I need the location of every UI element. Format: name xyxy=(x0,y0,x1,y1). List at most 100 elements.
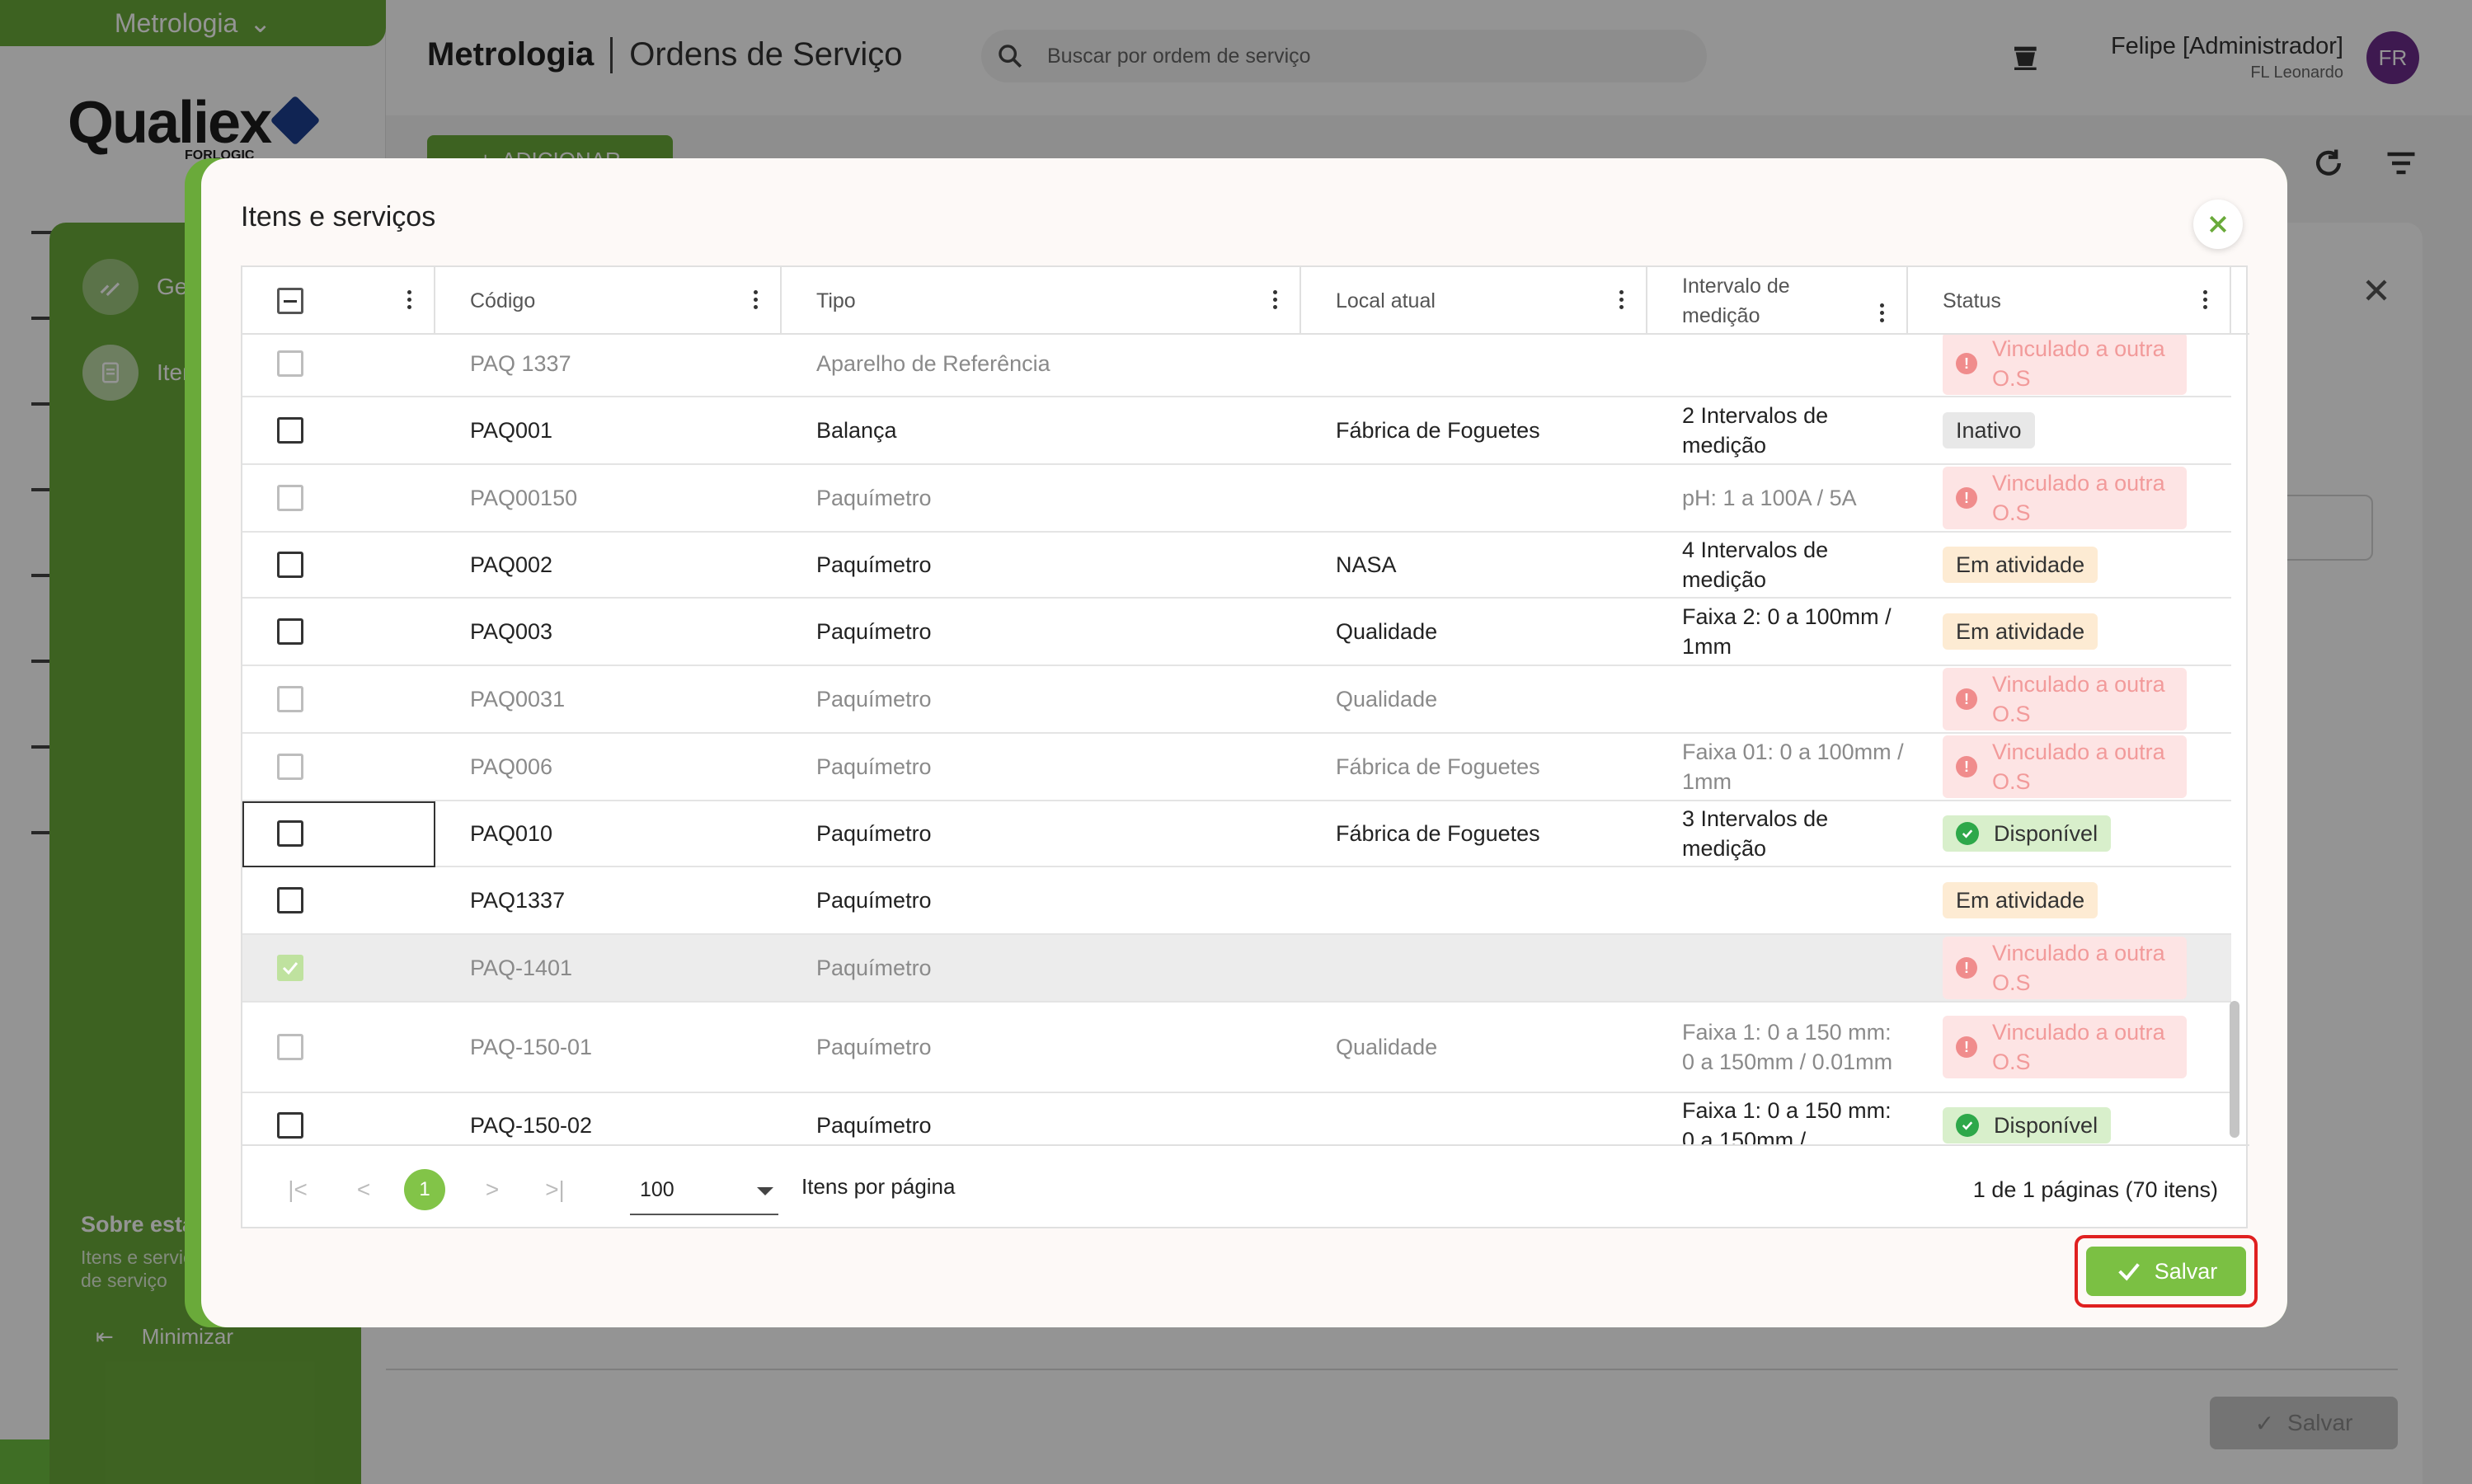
column-header-intervalo[interactable]: Intervalo de medição xyxy=(1647,267,1908,335)
table-row[interactable]: PAQ010 Paquímetro Fábrica de Foguetes 3 Int… xyxy=(242,801,2231,867)
row-checkbox[interactable] xyxy=(277,1112,303,1139)
row-checkbox[interactable] xyxy=(277,618,303,645)
cell-tipo: Paquímetro xyxy=(816,619,932,644)
cell-local: Qualidade xyxy=(1336,687,1438,711)
scrollbar-thumb[interactable] xyxy=(2230,1001,2239,1138)
status-badge: ! Vinculado a outra O.S xyxy=(1943,668,2187,730)
check-circle-icon xyxy=(1956,822,1979,845)
cell-local xyxy=(1336,935,1649,1001)
status-label: Vinculado a outra O.S xyxy=(1992,740,2165,794)
table-row[interactable]: PAQ006 Paquímetro Fábrica de Foguetes Faixa… xyxy=(242,734,2231,801)
cell-intervalo: pH: 1 a 100A / 5A xyxy=(1682,486,1857,510)
row-checkbox[interactable] xyxy=(277,887,303,913)
per-page-select[interactable]: 100 xyxy=(630,1166,778,1215)
cell-intervalo xyxy=(1682,335,1905,396)
save-button[interactable]: Salvar xyxy=(2086,1247,2246,1296)
cell-codigo: PAQ00150 xyxy=(470,486,578,510)
status-badge: Disponível xyxy=(1943,815,2112,852)
cell-tipo: Paquímetro xyxy=(816,1113,932,1138)
status-badge: ! Vinculado a outra O.S xyxy=(1943,1016,2187,1078)
per-page-label: Itens por página xyxy=(801,1174,956,1199)
table-row[interactable]: PAQ-150-02 Paquímetro Faixa 1: 0 a 150 mm:… xyxy=(242,1093,2231,1144)
column-header-codigo[interactable]: Código xyxy=(435,267,782,335)
cell-status: Disponível xyxy=(1943,801,2112,866)
table-body: PAQ 1337 Aparelho de Referência! Vinculado… xyxy=(242,335,2249,1144)
column-header-label: Código xyxy=(470,289,536,312)
pagination-info: 1 de 1 páginas (70 itens) xyxy=(1972,1177,2218,1202)
cell-tipo: Paquímetro xyxy=(816,486,932,510)
row-checkbox xyxy=(277,350,303,377)
cell-intervalo xyxy=(1682,867,1905,933)
cell-status: Disponível xyxy=(1943,1093,2112,1144)
cell-status: ! Vinculado a outra O.S xyxy=(1943,1003,2187,1092)
status-badge: Disponível xyxy=(1943,1107,2112,1144)
cell-intervalo: Faixa 1: 0 a 150 mm: 0 a 150mm / 0.01mm xyxy=(1682,1020,1893,1074)
cell-local: Fábrica de Foguetes xyxy=(1336,821,1540,846)
status-label: Disponível xyxy=(1994,821,2098,846)
status-strip xyxy=(0,1439,49,1484)
column-header-tipo[interactable]: Tipo xyxy=(782,267,1301,335)
row-checkbox xyxy=(277,686,303,712)
column-menu-icon[interactable] xyxy=(1880,303,1885,323)
alert-icon: ! xyxy=(1956,756,1977,777)
cell-status: ! Vinculado a outra O.S xyxy=(1943,935,2187,1001)
cell-tipo: Balança xyxy=(816,418,897,443)
column-header-status[interactable]: Status xyxy=(1908,267,2231,335)
row-select-cell xyxy=(277,867,303,933)
row-select-cell xyxy=(277,599,303,665)
cell-tipo: Paquímetro xyxy=(816,754,932,779)
row-checkbox[interactable] xyxy=(277,552,303,578)
status-label: Inativo xyxy=(1956,418,2022,443)
cell-intervalo xyxy=(1682,935,1905,1001)
cell-codigo: PAQ006 xyxy=(470,754,553,779)
select-all-checkbox[interactable] xyxy=(277,288,303,314)
status-label: Vinculado a outra O.S xyxy=(1992,1020,2165,1074)
table-pagination: |< < 1 > >| 100 Itens por página 1 de 1 … xyxy=(242,1144,2249,1230)
row-checkbox[interactable] xyxy=(277,417,303,444)
last-page-icon[interactable]: >| xyxy=(534,1169,576,1210)
table-row[interactable]: PAQ-150-01 Paquímetro Qualidade Faixa 1: 0 … xyxy=(242,1003,2231,1093)
next-page-icon[interactable]: > xyxy=(472,1169,513,1210)
cell-tipo: Paquímetro xyxy=(816,821,932,846)
cell-codigo: PAQ010 xyxy=(470,821,553,846)
cell-status: Em atividade xyxy=(1943,599,2098,665)
column-header-local[interactable]: Local atual xyxy=(1301,267,1647,335)
cell-status: ! Vinculado a outra O.S xyxy=(1943,335,2187,396)
row-select-cell xyxy=(277,465,303,531)
table-row[interactable]: PAQ-1401 Paquímetro! Vinculado a outra O.S xyxy=(242,935,2231,1003)
cell-local: Fábrica de Foguetes xyxy=(1336,418,1540,443)
first-page-icon[interactable]: |< xyxy=(277,1169,318,1210)
row-checkbox xyxy=(277,1034,303,1060)
row-select-cell xyxy=(277,397,303,463)
alert-icon: ! xyxy=(1956,688,1977,710)
cell-status: ! Vinculado a outra O.S xyxy=(1943,465,2187,531)
column-menu-icon[interactable] xyxy=(1273,290,1278,310)
modal-title: Itens e serviços xyxy=(241,201,436,232)
status-badge: ! Vinculado a outra O.S xyxy=(1943,467,2187,529)
cell-status: Inativo xyxy=(1943,397,2035,463)
column-menu-icon[interactable] xyxy=(2203,290,2208,310)
cell-tipo: Aparelho de Referência xyxy=(816,351,1050,376)
current-page[interactable]: 1 xyxy=(404,1169,445,1210)
caret-down-icon xyxy=(757,1187,773,1195)
table-row[interactable]: PAQ003 Paquímetro Qualidade Faixa 2: 0 a 10… xyxy=(242,599,2231,666)
column-menu-icon[interactable] xyxy=(754,290,759,310)
column-header-label: Status xyxy=(1943,289,2001,312)
table-row[interactable]: PAQ0031 Paquímetro Qualidade! Vinculado a o… xyxy=(242,666,2231,734)
table-row[interactable]: PAQ002 Paquímetro NASA 4 Intervalos de medi… xyxy=(242,533,2231,599)
column-menu-icon[interactable] xyxy=(407,290,412,310)
prev-page-icon[interactable]: < xyxy=(343,1169,384,1210)
table-scrollbar[interactable] xyxy=(2226,341,2243,1149)
modal-close-button[interactable] xyxy=(2193,200,2243,249)
table-row[interactable]: PAQ001 Balança Fábrica de Foguetes 2 Interv… xyxy=(242,397,2231,465)
table-row[interactable]: PAQ 1337 Aparelho de Referência ! Vinculado… xyxy=(242,335,2231,397)
items-table: Código Tipo Local atual Intervalo de med… xyxy=(241,265,2249,1230)
status-label: Disponível xyxy=(1994,1113,2098,1138)
column-menu-icon[interactable] xyxy=(1619,290,1624,310)
items-services-modal: Itens e serviços Código Tipo Local atual xyxy=(201,158,2287,1327)
alert-icon: ! xyxy=(1956,353,1977,374)
cell-codigo: PAQ 1337 xyxy=(470,351,571,376)
table-row[interactable]: PAQ1337 Paquímetro Em atividade xyxy=(242,867,2231,935)
table-row[interactable]: PAQ00150 Paquímetro pH: 1 a 100A / 5A ! Vinc… xyxy=(242,465,2231,533)
status-badge: Inativo xyxy=(1943,412,2035,448)
